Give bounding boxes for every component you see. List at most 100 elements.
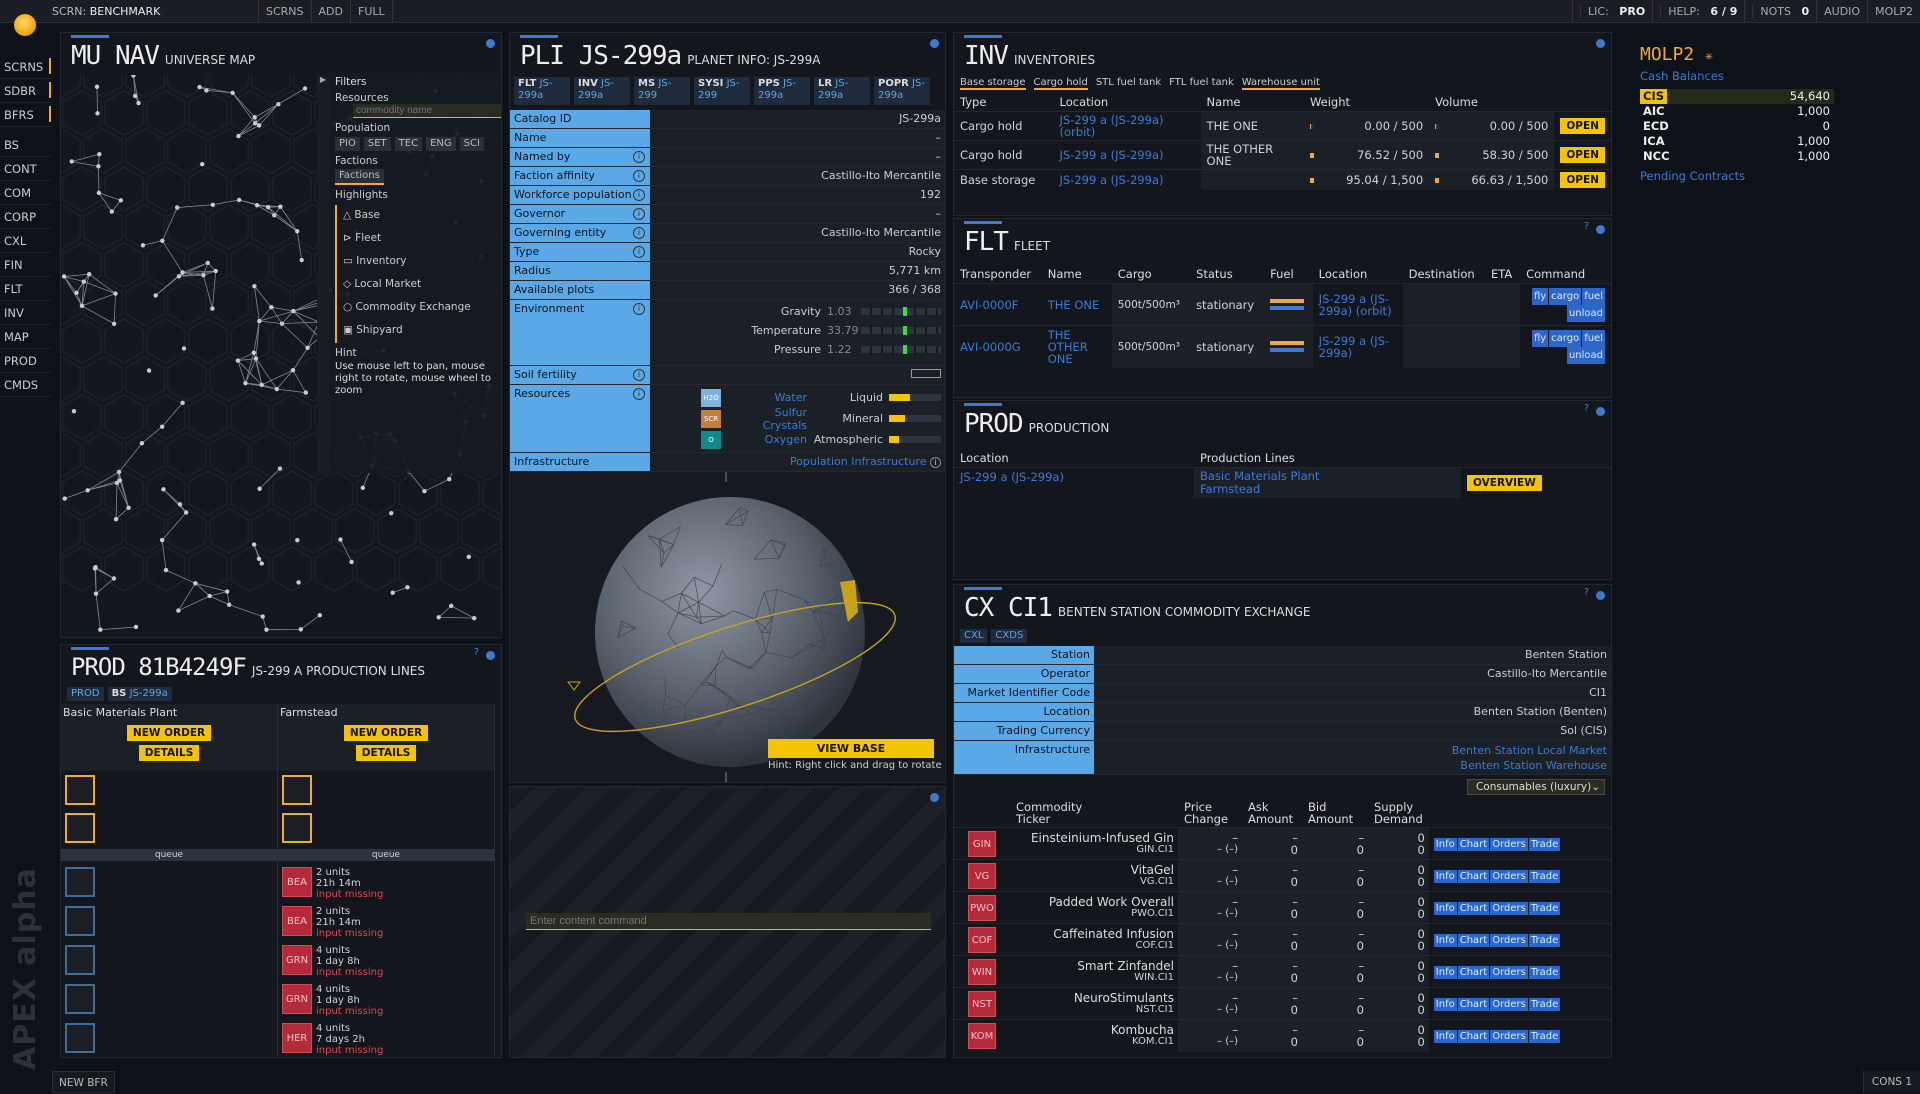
open-button[interactable]: OPEN [1560, 118, 1605, 134]
info-icon[interactable]: i [633, 208, 645, 220]
resource-icon[interactable]: SCR [701, 410, 721, 428]
commodity-icon[interactable]: WIN [968, 959, 996, 985]
order-commodity-icon[interactable]: GRN [282, 984, 312, 1014]
tab-cxl[interactable]: CXL [960, 629, 987, 643]
chart-button[interactable]: Chart [1458, 998, 1489, 1011]
planet-tab-pps[interactable]: PPS JS-299a [754, 77, 810, 105]
tab-base[interactable]: BS JS-299a [108, 687, 172, 701]
pop-pio-button[interactable]: PIO [335, 137, 360, 151]
info-icon[interactable]: i [633, 303, 645, 315]
highlight-fleet[interactable]: ⊳ Fleet [335, 228, 497, 251]
planet-tab-popr[interactable]: POPR JS-299a [874, 77, 930, 105]
nav-prod[interactable]: PROD [0, 349, 52, 373]
settings-icon[interactable] [486, 39, 495, 48]
help-indicator[interactable]: HELP: 6 / 9 [1652, 0, 1744, 23]
info-icon[interactable]: i [930, 457, 941, 468]
commodity-icon[interactable]: KOM [968, 1023, 996, 1049]
details-button[interactable]: DETAILS [139, 745, 200, 761]
info-icon[interactable]: i [633, 170, 645, 182]
view-base-button[interactable]: VIEW BASE [768, 739, 934, 758]
settings-icon[interactable] [1596, 225, 1605, 234]
order-commodity-icon[interactable]: BEA [282, 906, 312, 936]
full-button[interactable]: FULL [350, 0, 393, 23]
open-button[interactable]: OPEN [1560, 147, 1605, 163]
balance-row[interactable]: CIS54,640 [1640, 89, 1834, 104]
trade-button[interactable]: Trade [1529, 870, 1560, 883]
info-icon[interactable]: i [633, 151, 645, 163]
resource-icon[interactable]: O [701, 431, 721, 449]
pop-set-button[interactable]: SET [364, 137, 391, 151]
commodity-icon[interactable]: VG [968, 863, 996, 889]
commodity-icon[interactable]: GIN [968, 831, 996, 857]
apex-logo-icon[interactable] [14, 14, 36, 36]
chart-button[interactable]: Chart [1458, 966, 1489, 979]
help-icon[interactable]: ? [474, 647, 479, 658]
orders-button[interactable]: Orders [1490, 966, 1528, 979]
order-commodity-icon[interactable]: HER [282, 1023, 312, 1053]
active-slot[interactable] [282, 813, 312, 843]
inv-tab[interactable]: Base storage [960, 77, 1026, 90]
trade-button[interactable]: Trade [1529, 1030, 1560, 1043]
settings-icon[interactable] [1596, 407, 1605, 416]
cash-balances-link[interactable]: Cash Balances [1640, 69, 1840, 83]
chart-button[interactable]: Chart [1458, 870, 1489, 883]
pop-eng-button[interactable]: ENG [426, 137, 456, 151]
nav-com[interactable]: COM [0, 181, 52, 205]
balance-row[interactable]: ECD0 [1640, 119, 1834, 134]
details-button[interactable]: DETAILS [356, 745, 417, 761]
balance-row[interactable]: NCC1,000 [1640, 149, 1834, 164]
order-commodity-icon[interactable]: BEA [282, 867, 312, 897]
pending-contracts-link[interactable]: Pending Contracts [1640, 169, 1840, 183]
planet-tab-ms[interactable]: MS JS-299 [634, 77, 690, 105]
cargo-command-button[interactable]: cargo [1549, 330, 1581, 347]
trade-button[interactable]: Trade [1529, 934, 1560, 947]
trade-button[interactable]: Trade [1529, 998, 1560, 1011]
resource-icon[interactable]: H2O [701, 389, 721, 407]
tab-cxds[interactable]: CXDS [991, 629, 1027, 643]
nav-bfrs[interactable]: BFRS [0, 103, 52, 127]
highlight-shipyard[interactable]: ▣ Shipyard [335, 320, 497, 343]
info-button[interactable]: Info [1434, 998, 1457, 1011]
nav-sdbr[interactable]: SDBR [0, 79, 52, 103]
info-icon[interactable]: i [633, 227, 645, 239]
info-button[interactable]: Info [1434, 1030, 1457, 1043]
open-button[interactable]: OPEN [1560, 172, 1605, 188]
nav-inv[interactable]: INV [0, 301, 52, 325]
highlight-base[interactable]: △ Base [335, 205, 497, 228]
help-icon[interactable]: ? [1584, 221, 1589, 232]
commodity-icon[interactable]: NST [968, 991, 996, 1017]
commodity-search-input[interactable] [353, 104, 501, 118]
tab-prod[interactable]: PROD [67, 687, 104, 701]
screens-button[interactable]: SCRNS [258, 0, 311, 23]
orders-button[interactable]: Orders [1490, 998, 1528, 1011]
info-button[interactable]: Info [1434, 966, 1457, 979]
info-icon[interactable]: i [633, 388, 645, 400]
active-slot[interactable] [282, 775, 312, 805]
infrastructure-value[interactable]: Population Infrastructure i [650, 453, 945, 471]
screen-indicator[interactable]: SCRN: BENCHMARK [52, 5, 258, 18]
nav-fin[interactable]: FIN [0, 253, 52, 277]
line-link[interactable]: Farmstead [1200, 483, 1455, 496]
highlight-local-market[interactable]: ◇ Local Market [335, 274, 497, 297]
row-value[interactable]: Castillo-Ito Mercantile [650, 167, 945, 185]
row-value[interactable]: 192 [650, 186, 945, 204]
notifications-indicator[interactable]: NOTS 0 [1744, 0, 1816, 23]
category-select[interactable]: Consumables (luxury)⌄ [1467, 779, 1605, 795]
add-button[interactable]: ADD [311, 0, 350, 23]
nav-cmds[interactable]: CMDS [0, 373, 52, 397]
new-buffer-button[interactable]: NEW BFR [52, 1071, 115, 1093]
queue-slot[interactable] [65, 945, 95, 975]
trade-button[interactable]: Trade [1529, 902, 1560, 915]
inv-tab[interactable]: STL fuel tank [1096, 77, 1161, 90]
user-button[interactable]: MOLP2 [1867, 0, 1920, 23]
license-indicator[interactable]: LIC: PRO [1572, 0, 1652, 23]
info-icon[interactable]: i [633, 189, 645, 201]
planet-3d-view[interactable] [510, 472, 946, 783]
planet-tab-flt[interactable]: FLT JS-299a [514, 77, 570, 105]
order-commodity-icon[interactable]: GRN [282, 945, 312, 975]
filters-collapse-arrow[interactable]: ▶ [317, 75, 329, 475]
settings-icon[interactable] [486, 651, 495, 660]
fuel-command-button[interactable]: fuel [1582, 330, 1605, 347]
pop-sci-button[interactable]: SCI [460, 137, 484, 151]
overview-button[interactable]: OVERVIEW [1467, 475, 1542, 491]
